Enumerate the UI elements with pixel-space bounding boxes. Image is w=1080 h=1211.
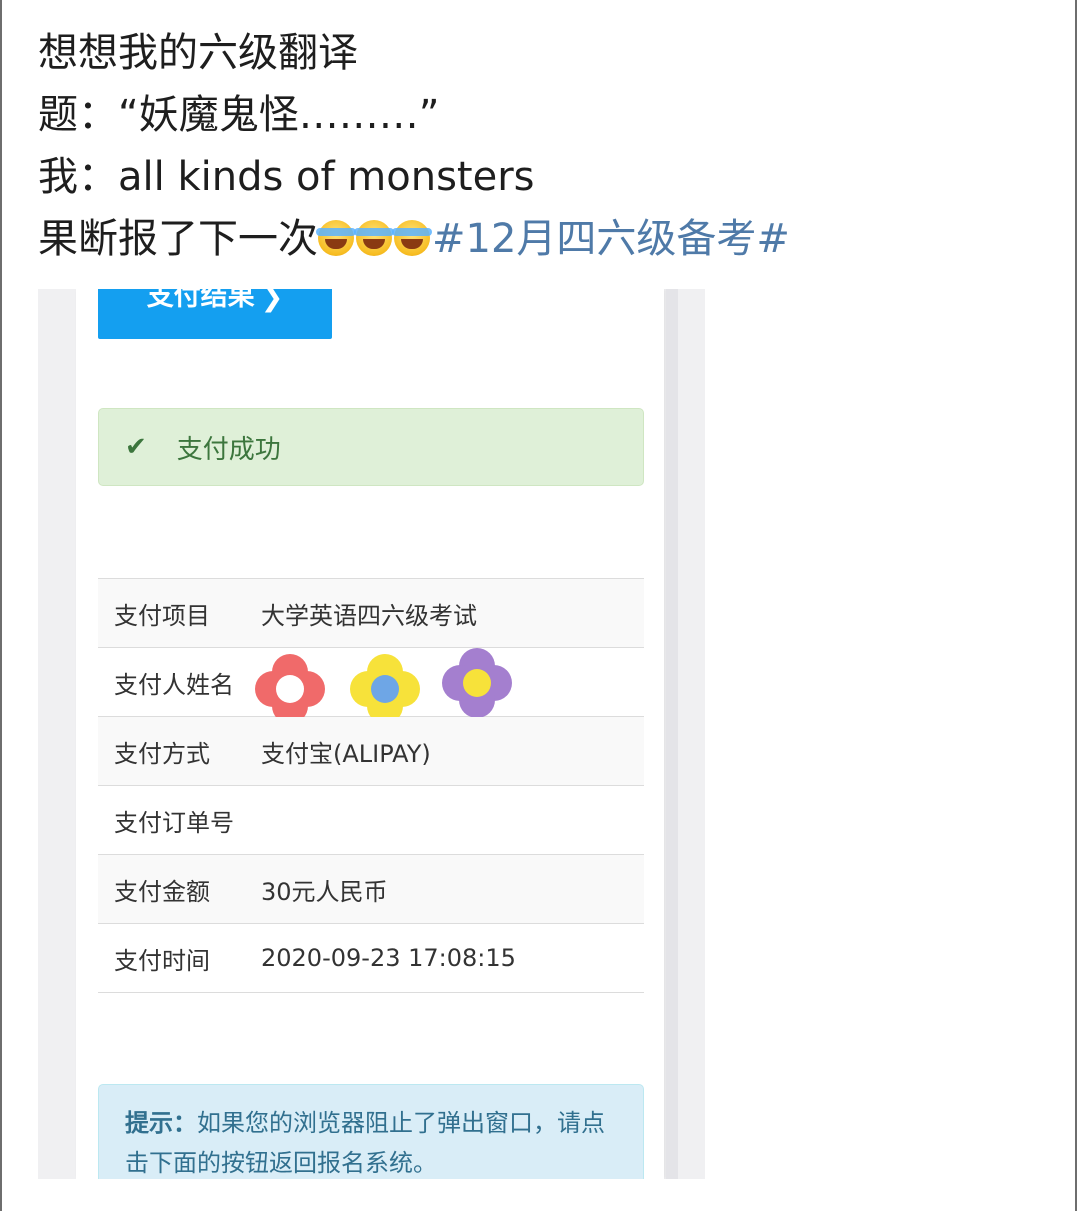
table-row: 支付人姓名 xyxy=(98,648,644,724)
table-row: 支付方式 支付宝(ALIPAY) xyxy=(98,717,644,786)
payment-result-label: 支付结果 xyxy=(146,289,255,312)
yellow-flower-icon xyxy=(350,654,420,724)
frame-border-right xyxy=(1075,0,1077,1211)
row-label: 支付方式 xyxy=(114,739,210,768)
tip-text: 如果您的浏览器阻止了弹出窗口，请点击下面的按钮返回报名系统。 xyxy=(125,1109,605,1177)
laughing-crying-emoji-icon xyxy=(316,220,356,256)
purple-flower-icon xyxy=(442,648,512,718)
row-label: 支付时间 xyxy=(114,946,210,975)
row-label: 支付项目 xyxy=(114,601,210,630)
table-row: 支付时间 2020-09-23 17:08:15 xyxy=(98,924,644,993)
post-line-2: 题：“妖魔鬼怪………” xyxy=(38,92,440,138)
table-row: 支付订单号 xyxy=(98,786,644,855)
tip-label: 提示： xyxy=(125,1109,197,1137)
row-label: 支付金额 xyxy=(114,877,210,906)
payment-screenshot: 支付结果 ❯ ✔ 支付成功 支付项目 大学英语四六级考试 支付人姓名 支付方式 … xyxy=(38,289,705,1179)
row-value: 2020-09-23 17:08:15 xyxy=(261,944,516,972)
table-row: 支付金额 30元人民币 xyxy=(98,855,644,924)
chevron-right-icon: ❯ xyxy=(260,289,284,313)
row-value: 30元人民币 xyxy=(261,877,388,906)
post-line-1: 想想我的六级翻译 xyxy=(38,30,358,76)
tip-alert: 提示：如果您的浏览器阻止了弹出窗口，请点击下面的按钮返回报名系统。 xyxy=(98,1084,644,1179)
row-value: 支付宝(ALIPAY) xyxy=(261,739,431,768)
red-flower-icon xyxy=(255,654,325,724)
payment-details-table: 支付项目 大学英语四六级考试 支付人姓名 支付方式 支付宝(ALIPAY) 支付… xyxy=(98,578,644,993)
post-line-3: 我：all kinds of monsters xyxy=(38,154,535,200)
laughing-crying-emoji-icon xyxy=(354,220,394,256)
table-row: 支付项目 大学英语四六级考试 xyxy=(98,579,644,648)
payment-success-message: 支付成功 xyxy=(176,434,281,465)
frame-border-left xyxy=(0,0,2,1211)
row-label: 支付人姓名 xyxy=(114,670,234,699)
payment-result-button[interactable]: 支付结果 ❯ xyxy=(98,289,332,339)
post-line-4-text: 果断报了下一次 xyxy=(38,216,318,262)
row-label: 支付订单号 xyxy=(114,808,234,837)
laughing-crying-emoji-icon xyxy=(392,220,432,256)
post-text: 想想我的六级翻译 题：“妖魔鬼怪………” 我：all kinds of mons… xyxy=(38,22,1038,270)
payment-success-alert: ✔ 支付成功 xyxy=(98,408,644,486)
post-line-4: 果断报了下一次 #12月四六级备考# xyxy=(38,208,1038,270)
page-scroll-edge xyxy=(666,289,678,1179)
check-icon: ✔ xyxy=(125,432,147,462)
hashtag-link[interactable]: #12月四六级备考# xyxy=(432,216,790,262)
row-value: 大学英语四六级考试 xyxy=(261,601,477,630)
